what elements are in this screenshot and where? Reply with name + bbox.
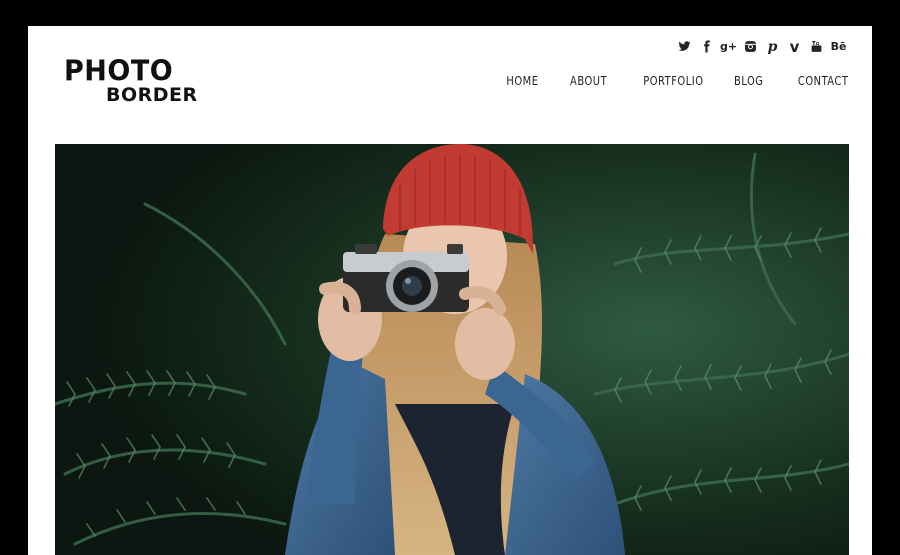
social-links: g+ p v Bē [677, 37, 847, 56]
twitter-icon[interactable] [677, 38, 692, 55]
page-frame: PHOTO BORDER g+ p v Bē HOME ABOUT PORTFO… [28, 26, 872, 555]
vimeo-icon[interactable]: v [787, 37, 802, 56]
vimeo-glyph: v [789, 37, 800, 56]
site-logo[interactable]: PHOTO BORDER [64, 55, 198, 106]
youtube-icon[interactable] [809, 38, 824, 55]
behance-glyph: Bē [830, 40, 847, 53]
main-nav: HOME ABOUT PORTFOLIO BLOG CONTACT [502, 73, 848, 88]
google-plus-icon[interactable]: g+ [719, 38, 738, 55]
facebook-icon[interactable] [699, 38, 714, 55]
nav-blog[interactable]: BLOG [734, 73, 763, 88]
logo-line-1: PHOTO [64, 55, 174, 88]
nav-home[interactable]: HOME [506, 73, 538, 88]
instagram-icon[interactable] [743, 38, 758, 55]
pinterest-glyph: p [767, 38, 778, 55]
logo-line-2: BORDER [106, 84, 198, 106]
pinterest-icon[interactable]: p [765, 38, 780, 55]
nav-about[interactable]: ABOUT [570, 73, 607, 88]
behance-icon[interactable]: Bē [830, 38, 847, 55]
nav-contact[interactable]: CONTACT [797, 73, 848, 88]
google-plus-glyph: g+ [719, 40, 738, 53]
hero-photo [55, 144, 849, 555]
hero-illustration [55, 144, 849, 555]
nav-portfolio[interactable]: PORTFOLIO [643, 73, 703, 88]
